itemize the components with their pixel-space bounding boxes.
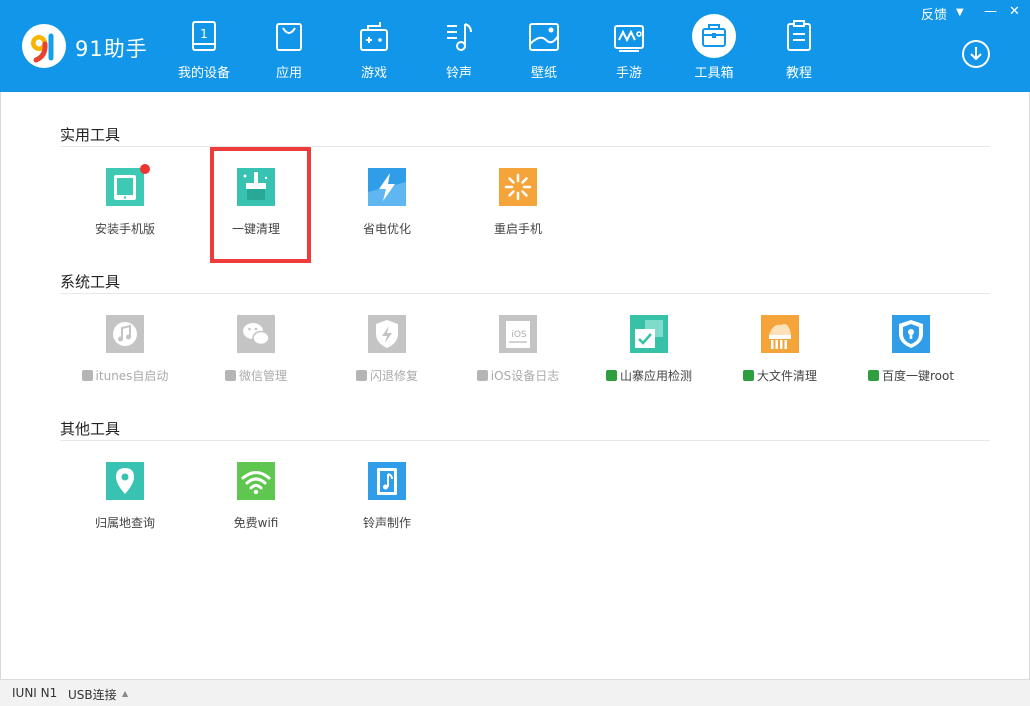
android-icon (605, 370, 617, 381)
section-title-other: 其他工具 (60, 420, 121, 438)
tool-label: 微信管理 (191, 367, 321, 384)
connection-status[interactable]: USB连接 (68, 686, 117, 703)
tool-label: 山寨应用检测 (584, 367, 714, 384)
tool-baidu-root[interactable]: 百度一键root (846, 315, 976, 411)
minimize-button[interactable]: — (984, 4, 997, 19)
svg-text:iOS: iOS (511, 330, 527, 340)
broom-clean-icon (237, 168, 275, 206)
section-title-system: 系统工具 (60, 273, 121, 291)
nav-games[interactable]: 游戏 (338, 0, 410, 92)
nav-label: 手游 (615, 66, 642, 81)
toolbox-icon (692, 14, 736, 58)
tool-fake-app-detect[interactable]: 山寨应用检测 (584, 315, 714, 411)
shield-flash-icon (368, 315, 406, 353)
wifi-icon (237, 462, 275, 500)
svg-text:1: 1 (200, 27, 208, 41)
ringtone-make-icon (368, 462, 406, 500)
apple-icon (476, 370, 488, 381)
section-divider (60, 440, 990, 441)
tool-wechat-manage[interactable]: 微信管理 (191, 315, 321, 411)
tool-label: 安装手机版 (94, 222, 155, 236)
section-title-practical: 实用工具 (60, 126, 121, 144)
apple-icon (355, 370, 367, 381)
nav-my-device[interactable]: 1 我的设备 (168, 0, 240, 92)
tool-crash-repair[interactable]: 闪退修复 (322, 315, 452, 411)
tool-free-wifi[interactable]: 免费wifi (191, 462, 321, 558)
section-divider (60, 293, 990, 294)
tool-label: 重启手机 (493, 222, 542, 236)
tablet-install-icon (106, 168, 144, 206)
apple-icon (81, 370, 93, 381)
nav-label: 工具箱 (694, 66, 734, 81)
app-title: 91助手 (75, 37, 148, 61)
big-file-clean-icon (761, 315, 799, 353)
tool-big-file-clean[interactable]: 大文件清理 (715, 315, 845, 411)
lightning-icon (368, 168, 406, 206)
tool-label: iOS设备日志 (453, 367, 583, 384)
mobile-game-icon (609, 16, 649, 56)
tool-label: itunes自启动 (60, 367, 190, 384)
nav-ringtones[interactable]: 铃声 (423, 0, 495, 92)
nav-label: 我的设备 (177, 66, 230, 81)
tool-install-mobile[interactable]: 安装手机版 (60, 164, 190, 264)
tool-label: 免费wifi (233, 516, 279, 530)
nav-tutorials[interactable]: 教程 (763, 0, 835, 92)
location-pin-icon (106, 462, 144, 500)
tool-power-saving[interactable]: 省电优化 (322, 168, 452, 264)
device-icon: 1 (184, 16, 224, 56)
music-note-icon (439, 16, 479, 56)
tool-label: 铃声制作 (362, 516, 411, 530)
gamepad-icon (354, 16, 394, 56)
tool-label: 闪退修复 (322, 367, 452, 384)
wechat-icon (237, 315, 275, 353)
tool-label: 归属地查询 (94, 516, 155, 530)
download-manager-button[interactable] (962, 40, 990, 68)
download-arrow-icon (970, 47, 982, 61)
app-check-icon (630, 315, 668, 353)
new-badge (140, 164, 150, 174)
android-icon (742, 370, 754, 381)
ios-log-icon: iOS (499, 315, 537, 353)
nav-label: 铃声 (445, 66, 472, 81)
nav-label: 应用 (275, 66, 302, 81)
close-button[interactable]: ✕ (1009, 4, 1020, 19)
itunes-icon (106, 315, 144, 353)
menu-dropdown-icon[interactable]: ▼ (956, 7, 964, 18)
nav-apps[interactable]: 应用 (253, 0, 325, 92)
restart-spinner-icon (499, 168, 537, 206)
tool-label: 百度一键root (846, 367, 976, 384)
nav-toolbox[interactable]: 工具箱 (678, 0, 750, 92)
feedback-button[interactable]: 反馈 (921, 4, 947, 23)
android-icon (867, 370, 879, 381)
nav-mobile-games[interactable]: 手游 (593, 0, 665, 92)
nav-wallpapers[interactable]: 壁纸 (508, 0, 580, 92)
tool-one-click-clean[interactable]: 一键清理 (191, 168, 321, 264)
nav-label: 教程 (785, 66, 812, 81)
nav-label: 游戏 (360, 66, 387, 81)
shopping-bag-icon (269, 16, 309, 56)
app-logo-icon (22, 24, 66, 68)
tool-location-lookup[interactable]: 归属地查询 (60, 462, 190, 558)
tool-restart-phone[interactable]: 重启手机 (453, 168, 583, 264)
tool-itunes-autostart[interactable]: itunes自启动 (60, 315, 190, 411)
section-divider (60, 146, 990, 147)
top-navigation-bar: 91助手 1 我的设备 应用 游戏 铃声 壁纸 手游 工具箱 教程 反馈 ▼ —… (0, 0, 1030, 92)
wallpaper-icon (524, 16, 564, 56)
apple-icon (224, 370, 236, 381)
expand-arrow-icon[interactable]: ▲ (122, 689, 128, 698)
tool-label: 省电优化 (362, 222, 411, 236)
tool-label: 大文件清理 (715, 367, 845, 384)
root-shield-icon (892, 315, 930, 353)
status-bar: IUNI N1 USB连接 ▲ (0, 679, 1030, 706)
tool-ios-log[interactable]: iOS iOS设备日志 (453, 315, 583, 411)
tool-label: 一键清理 (231, 222, 280, 236)
clipboard-icon (779, 16, 819, 56)
nav-label: 壁纸 (530, 66, 557, 81)
tool-ringtone-maker[interactable]: 铃声制作 (322, 462, 452, 558)
device-name: IUNI N1 (12, 686, 58, 700)
